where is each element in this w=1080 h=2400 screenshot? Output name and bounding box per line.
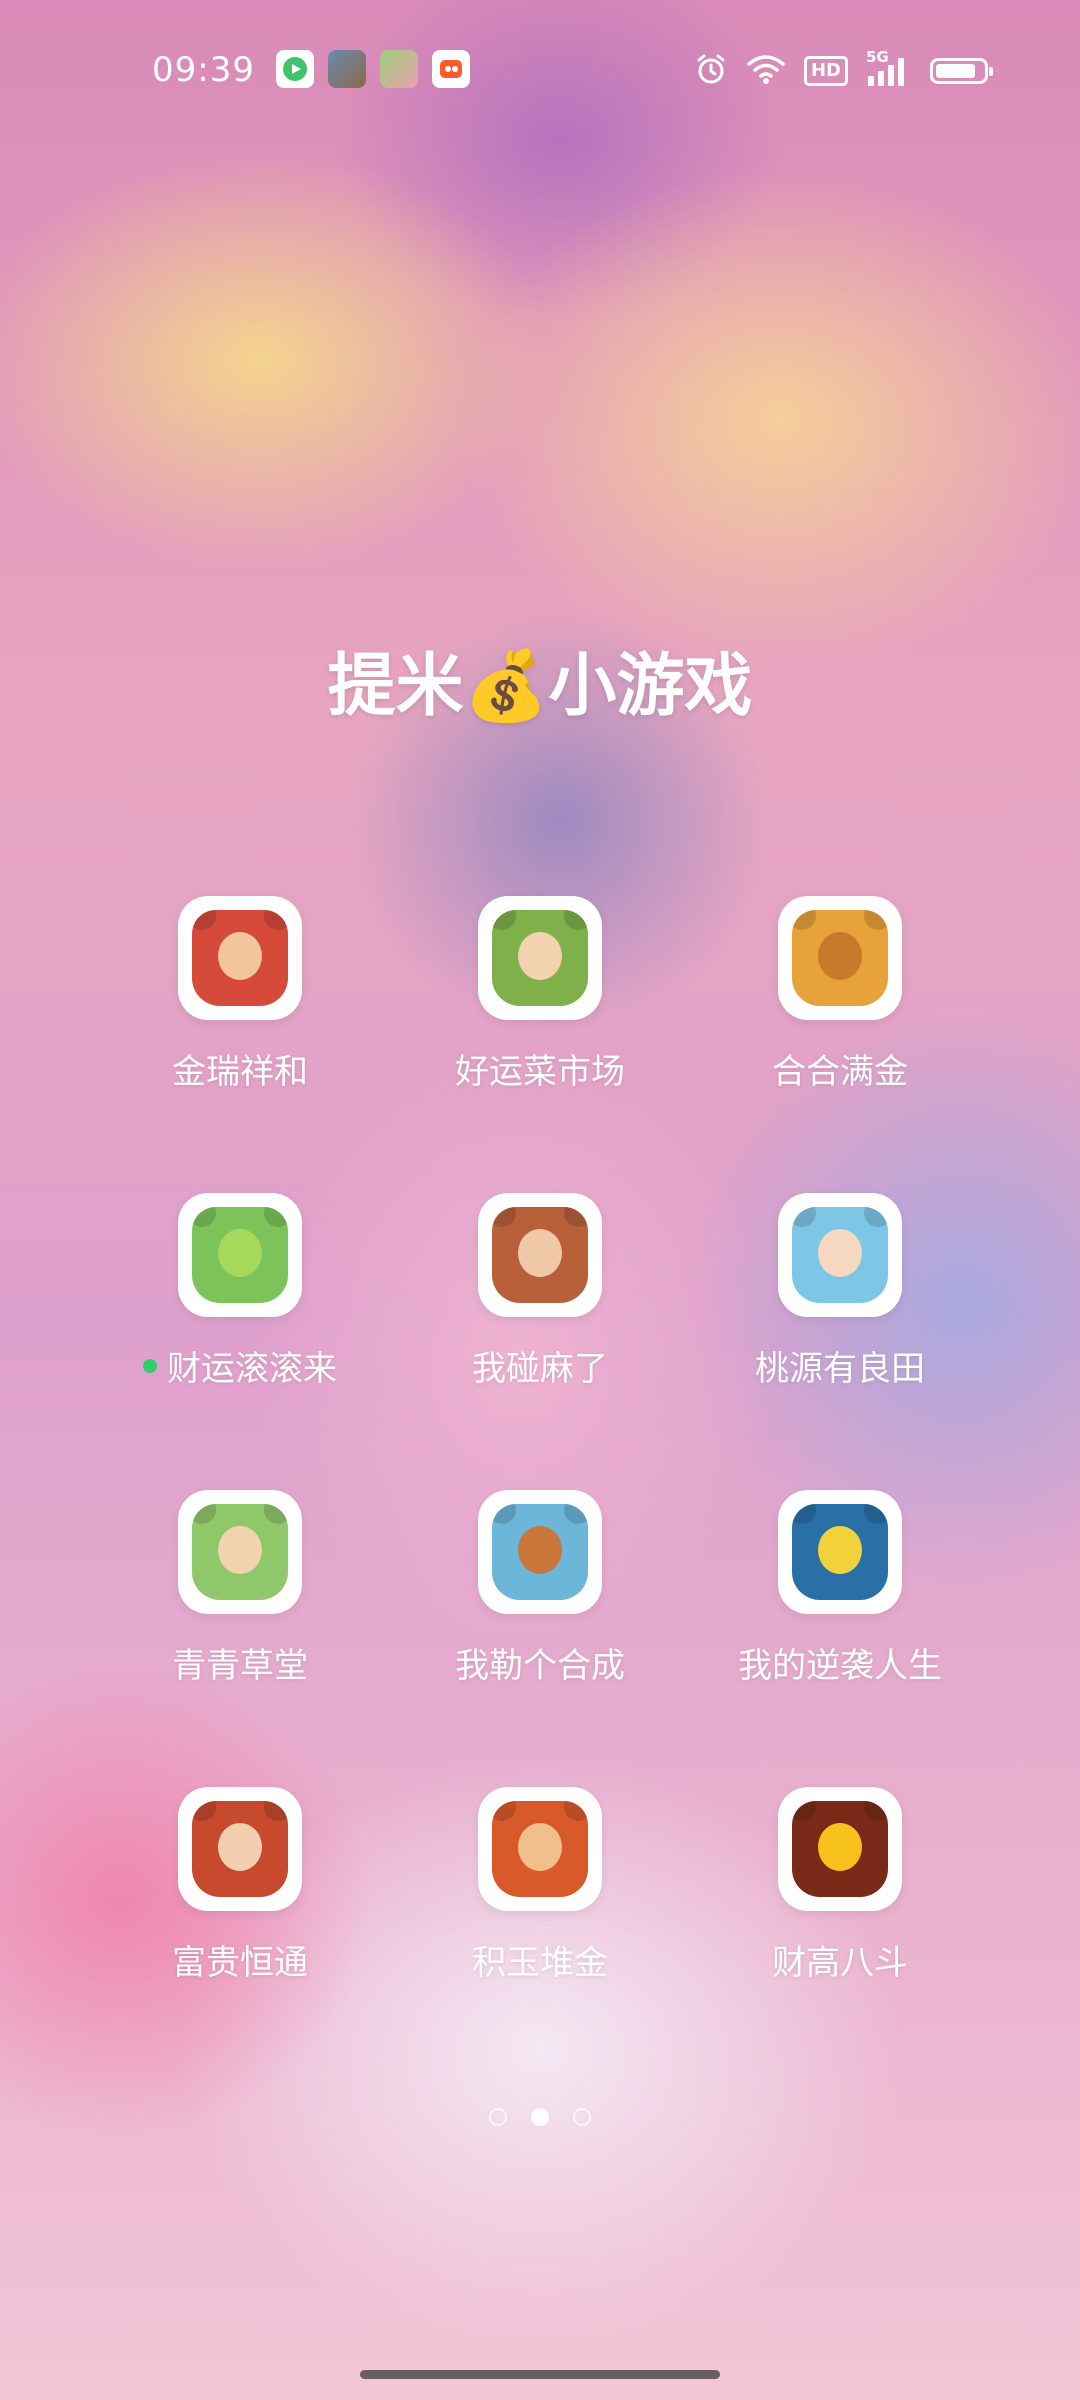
app-icon-frame[interactable]: [778, 1490, 902, 1614]
app-icon-frame[interactable]: [778, 1787, 902, 1911]
hd-voice-badge: HD: [803, 56, 848, 86]
app-icon-frame[interactable]: [178, 1787, 302, 1911]
app-label-text: 合合满金: [772, 1052, 908, 1092]
notification-icons: [276, 50, 470, 88]
app-icon-frame[interactable]: [478, 1193, 602, 1317]
wifi-icon: [746, 53, 786, 89]
app-label-text: 我勒个合成: [455, 1646, 625, 1686]
app-item[interactable]: 金瑞祥和: [90, 896, 390, 1193]
sports-car-icon: [792, 1504, 888, 1600]
lady-red-dress-icon: [192, 1801, 288, 1897]
game-app-notification-icon: [328, 50, 366, 88]
app-icon-frame[interactable]: [478, 1490, 602, 1614]
app-icon-frame[interactable]: [178, 1490, 302, 1614]
app-label-text: 青青草堂: [172, 1646, 308, 1686]
status-indicators: HD 5G: [694, 48, 993, 90]
icon-figure: [518, 1526, 562, 1574]
merchant-icon: [492, 1801, 588, 1897]
battery-icon: [930, 58, 993, 84]
app-icon-frame[interactable]: [478, 1787, 602, 1911]
app-icon-frame[interactable]: [178, 896, 302, 1020]
icon-figure: [518, 1823, 562, 1871]
girl-portrait-icon: [792, 1207, 888, 1303]
icon-figure: [818, 1823, 862, 1871]
pig-game-notification-icon: [380, 50, 418, 88]
video-app-notification-icon: [276, 50, 314, 88]
app-label: 财运滚滚来: [143, 1341, 337, 1390]
app-label: 青青草堂: [172, 1638, 308, 1687]
farmer-girl-icon: [492, 910, 588, 1006]
app-item[interactable]: 我的逆袭人生: [690, 1490, 990, 1787]
app-label-text: 我的逆袭人生: [738, 1646, 942, 1686]
app-label-text: 桃源有良田: [755, 1349, 925, 1389]
icon-figure: [518, 932, 562, 980]
icon-figure: [818, 1229, 862, 1277]
app-label: 积玉堆金: [472, 1935, 608, 1984]
money-bag-icon: 💰: [463, 647, 549, 726]
app-label-text: 富贵恒通: [172, 1943, 308, 1983]
app-label-text: 财高八斗: [772, 1943, 908, 1983]
app-item[interactable]: 财运滚滚来: [90, 1193, 390, 1490]
app-label: 桃源有良田: [755, 1341, 925, 1390]
video-player-notification-icon: [432, 50, 470, 88]
icon-figure: [818, 1526, 862, 1574]
signal-icon: 5G: [866, 48, 912, 88]
app-icon-frame[interactable]: [778, 896, 902, 1020]
app-item[interactable]: 好运菜市场: [390, 896, 690, 1193]
battery-level: [936, 64, 975, 78]
folder-title-suffix: 小游戏: [548, 647, 753, 726]
icon-figure: [218, 1526, 262, 1574]
app-item[interactable]: 我碰麻了: [390, 1193, 690, 1490]
folder-title-prefix: 提米: [327, 647, 464, 726]
page-dot[interactable]: [573, 2108, 591, 2126]
app-item[interactable]: 财高八斗: [690, 1787, 990, 2084]
app-icon-frame[interactable]: [178, 1193, 302, 1317]
app-label: 金瑞祥和: [172, 1044, 308, 1093]
page-dot[interactable]: [531, 2108, 549, 2126]
app-label: 好运菜市场: [455, 1044, 625, 1093]
app-icon-frame[interactable]: [778, 1193, 902, 1317]
treasure-chest-icon: [792, 910, 888, 1006]
app-item[interactable]: 富贵恒通: [90, 1787, 390, 2084]
app-item[interactable]: 青青草堂: [90, 1490, 390, 1787]
status-bar: 09:39 HD 5G: [0, 40, 1080, 104]
app-label-text: 财运滚滚来: [167, 1349, 337, 1389]
home-screen: 09:39 HD 5G 提米💰小游戏 金瑞祥和 好运菜市场 合合满金 财运滚滚来…: [0, 0, 1080, 2400]
icon-figure: [218, 1823, 262, 1871]
crocodile-icon: [192, 1207, 288, 1303]
icon-figure: [518, 1229, 562, 1277]
app-label: 我勒个合成: [455, 1638, 625, 1687]
icon-figure: [218, 932, 262, 980]
lady-portrait-icon: [492, 1207, 588, 1303]
page-indicator: [0, 2108, 1080, 2126]
app-item[interactable]: 我勒个合成: [390, 1490, 690, 1787]
page-dot[interactable]: [489, 2108, 507, 2126]
app-item[interactable]: 桃源有良田: [690, 1193, 990, 1490]
app-item[interactable]: 积玉堆金: [390, 1787, 690, 2084]
folder-title[interactable]: 提米💰小游戏: [0, 630, 1080, 729]
app-grid: 金瑞祥和 好运菜市场 合合满金财运滚滚来 我碰麻了 桃源有良田青青草堂 我勒个合成 我的逆袭…: [90, 896, 990, 2084]
app-label: 我碰麻了: [472, 1341, 608, 1390]
new-install-dot: [143, 1358, 157, 1373]
app-label: 财高八斗: [772, 1935, 908, 1984]
herbalist-girl-icon: [192, 1504, 288, 1600]
app-label: 我的逆袭人生: [738, 1638, 942, 1687]
status-time: 09:39: [152, 50, 255, 90]
fortune-god-icon: [192, 910, 288, 1006]
app-label-text: 积玉堆金: [472, 1943, 608, 1983]
gold-characters-icon: [792, 1801, 888, 1897]
app-label-text: 金瑞祥和: [172, 1052, 308, 1092]
app-label-text: 好运菜市场: [455, 1052, 625, 1092]
app-label: 合合满金: [772, 1044, 908, 1093]
app-label: 富贵恒通: [172, 1935, 308, 1984]
app-item[interactable]: 合合满金: [690, 896, 990, 1193]
app-icon-frame[interactable]: [478, 896, 602, 1020]
home-gesture-bar[interactable]: [360, 2370, 720, 2379]
app-label-text: 我碰麻了: [472, 1349, 608, 1389]
icon-figure: [218, 1229, 262, 1277]
vegetable-merge-icon: [492, 1504, 588, 1600]
icon-figure: [818, 932, 862, 980]
alarm-icon: [694, 52, 728, 90]
